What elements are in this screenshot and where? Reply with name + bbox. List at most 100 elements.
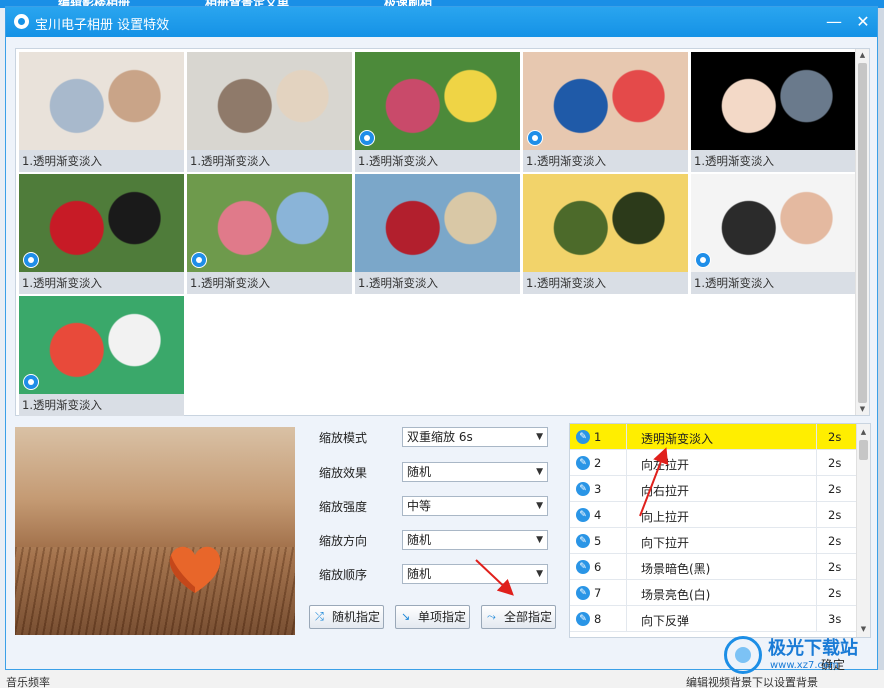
thumbnail[interactable]: 1.透明渐变淡入 [523, 174, 688, 294]
effect-number: 3 [594, 482, 602, 496]
column-divider [816, 502, 817, 528]
close-button[interactable]: ✕ [852, 11, 874, 33]
thumbnail[interactable]: 1.透明渐变淡入 [19, 174, 184, 294]
column-divider [816, 450, 817, 476]
setting-value: 随机 [407, 533, 432, 547]
effect-row[interactable]: ✎ 1 透明渐变淡入 2s [570, 424, 856, 450]
chevron-down-icon[interactable]: ▼ [536, 497, 543, 515]
effect-number: 6 [594, 560, 602, 574]
setting-dropdown[interactable]: 中等 ▼ [402, 496, 548, 516]
thumbnail[interactable]: 1.透明渐变淡入 [355, 174, 520, 294]
single-assign-button[interactable]: ↘ 单项指定 [395, 605, 470, 629]
effect-number: 4 [594, 508, 602, 522]
effect-number: 2 [594, 456, 602, 470]
scroll-up-icon[interactable]: ▲ [856, 49, 869, 61]
scroll-down-icon[interactable]: ▼ [856, 403, 869, 415]
column-divider [626, 502, 627, 528]
scroll-thumb[interactable] [859, 440, 868, 460]
effect-name: 向下反弹 [641, 614, 690, 628]
effect-row[interactable]: ✎ 6 场景暗色(黑) 2s [570, 554, 856, 580]
column-divider [816, 554, 817, 580]
thumbnail-photo [19, 52, 184, 150]
curve-icon: ↘ [401, 610, 411, 623]
effect-duration: 2s [828, 586, 842, 600]
setting-dropdown[interactable]: 随机 ▼ [402, 530, 548, 550]
thumbnail[interactable]: 1.透明渐变淡入 [19, 52, 184, 172]
thumbnail[interactable]: 1.透明渐变淡入 [187, 174, 352, 294]
effect-duration: 2s [828, 456, 842, 470]
random-assign-button[interactable]: ⤮ 随机指定 [309, 605, 384, 629]
thumbnail[interactable]: 1.透明渐变淡入 [523, 52, 688, 172]
effect-number: 7 [594, 586, 602, 600]
chevron-down-icon[interactable]: ▼ [536, 428, 543, 446]
setting-value: 随机 [407, 567, 432, 581]
column-divider [816, 528, 817, 554]
eye-icon[interactable] [527, 130, 543, 146]
thumbnail-photo [691, 174, 856, 272]
watermark-url: www.xz7.com [770, 660, 839, 671]
setting-label: 缩放顺序 [319, 568, 368, 582]
setting-label: 缩放强度 [319, 500, 368, 514]
effect-duration: 2s [828, 508, 842, 522]
effect-icon: ✎ [576, 534, 590, 548]
effect-row[interactable]: ✎ 4 向上拉开 2s [570, 502, 856, 528]
thumbnail[interactable]: 1.透明渐变淡入 [355, 52, 520, 172]
effect-row[interactable]: ✎ 3 向右拉开 2s [570, 476, 856, 502]
thumbnail-caption: 1.透明渐变淡入 [523, 150, 688, 172]
app-logo-icon [14, 14, 29, 29]
all-assign-label: 全部指定 [504, 610, 553, 624]
all-assign-button[interactable]: ⤳ 全部指定 [481, 605, 556, 629]
setting-dropdown[interactable]: 随机 ▼ [402, 462, 548, 482]
column-divider [626, 476, 627, 502]
effect-duration: 2s [828, 560, 842, 574]
column-divider [816, 580, 817, 606]
thumbnail[interactable]: 1.透明渐变淡入 [691, 174, 856, 294]
effect-row[interactable]: ✎ 8 向下反弹 3s [570, 606, 856, 632]
gallery-scrollbar[interactable]: ▲ ▼ [855, 49, 869, 415]
thumbnail[interactable]: 1.透明渐变淡入 [19, 296, 184, 416]
column-divider [626, 606, 627, 632]
effects-scrollbar[interactable]: ▲ ▼ [856, 424, 870, 637]
background-text: 音乐频率 [6, 676, 50, 688]
thumbnail-photo [523, 52, 688, 150]
effect-icon: ✎ [576, 482, 590, 496]
thumbnail-caption: 1.透明渐变淡入 [691, 150, 856, 172]
effect-row[interactable]: ✎ 7 场景亮色(白) 2s [570, 580, 856, 606]
setting-dropdown[interactable]: 随机 ▼ [402, 564, 548, 584]
column-divider [816, 424, 817, 450]
effect-name: 场景亮色(白) [641, 588, 711, 602]
effect-name: 向上拉开 [641, 510, 690, 524]
single-assign-label: 单项指定 [418, 610, 467, 624]
watermark-title: 极光下载站 [768, 638, 858, 659]
effect-row[interactable]: ✎ 2 向左拉开 2s [570, 450, 856, 476]
title-bar[interactable]: 宝川电子相册 设置特效 — ✕ [6, 7, 877, 37]
setting-dropdown[interactable]: 双重缩放 6s ▼ [402, 427, 548, 447]
chevron-down-icon[interactable]: ▼ [536, 531, 543, 549]
effect-row[interactable]: ✎ 5 向下拉开 2s [570, 528, 856, 554]
scroll-up-icon[interactable]: ▲ [857, 426, 870, 438]
thumbnail[interactable]: 1.透明渐变淡入 [187, 52, 352, 172]
eye-icon[interactable] [695, 252, 711, 268]
eye-icon[interactable] [23, 252, 39, 268]
effect-duration: 2s [828, 430, 842, 444]
effect-icon: ✎ [576, 560, 590, 574]
setting-label: 缩放方向 [319, 534, 368, 548]
scroll-thumb[interactable] [858, 63, 867, 403]
thumbnail-photo [691, 52, 856, 150]
shuffle-icon: ⤮ [315, 610, 324, 623]
effect-name: 场景暗色(黑) [641, 562, 711, 576]
chevron-down-icon[interactable]: ▼ [536, 565, 543, 583]
effect-duration: 2s [828, 534, 842, 548]
chevron-down-icon[interactable]: ▼ [536, 463, 543, 481]
effect-name: 向左拉开 [641, 458, 690, 472]
effect-duration: 3s [828, 612, 842, 626]
eye-icon[interactable] [191, 252, 207, 268]
effect-icon: ✎ [576, 430, 590, 444]
eye-icon[interactable] [23, 374, 39, 390]
column-divider [626, 580, 627, 606]
thumbnail[interactable]: 1.透明渐变淡入 [691, 52, 856, 172]
minimize-button[interactable]: — [823, 11, 845, 33]
preview-image [15, 427, 295, 635]
eye-icon[interactable] [359, 130, 375, 146]
effect-number: 5 [594, 534, 602, 548]
